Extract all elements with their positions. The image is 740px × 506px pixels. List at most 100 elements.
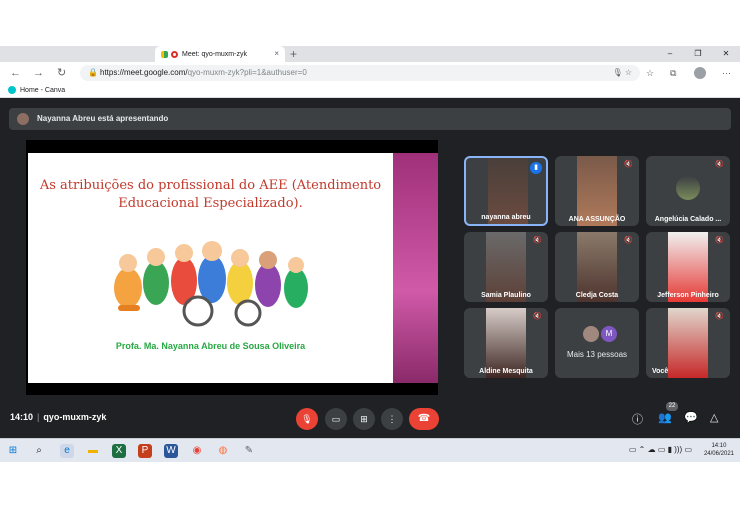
firefox-icon[interactable]: ◍ xyxy=(216,444,230,458)
bookmarks-bar: Home - Canva xyxy=(0,84,740,98)
leave-call-button[interactable]: ☎ xyxy=(409,408,439,430)
people-illustration-icon xyxy=(114,241,308,327)
mic-off-icon: 🔇 xyxy=(624,161,633,168)
more-avatar-letter: M xyxy=(601,326,617,342)
participant-name: Angelúcia Calado ... xyxy=(654,216,722,223)
mic-off-icon: 🔇 xyxy=(715,313,724,320)
maximize-button[interactable]: ❐ xyxy=(684,46,712,62)
participant-tile-0[interactable]: ▮ nayanna abreu xyxy=(464,156,548,226)
chrome-icon[interactable]: ◉ xyxy=(190,444,204,458)
presenter-avatar xyxy=(17,113,29,125)
meeting-time: 14:10 xyxy=(10,412,34,422)
slide-title-line1: As atribuições do profissional do AEE (A… xyxy=(39,178,382,193)
activities-icon[interactable]: △ xyxy=(710,411,718,424)
browser-tab-meet[interactable]: Meet: qyo-muxm-zyk × xyxy=(155,46,285,62)
participant-tile-2[interactable]: 🔇 Angelúcia Calado ... xyxy=(646,156,730,226)
participant-name: Samia Plaulino xyxy=(481,292,531,299)
meet-favicon-icon xyxy=(161,50,168,58)
slide-author: Profa. Ma. Nayanna Abreu de Sousa Olivei… xyxy=(115,341,306,351)
address-bar[interactable]: 🔒 https://meet.google.com/qyo-muxm-zyk?p… xyxy=(80,65,640,81)
mic-off-icon: 🔇 xyxy=(533,237,542,244)
more-options-button[interactable]: ⋮ xyxy=(381,408,403,430)
mic-toggle-button[interactable]: 🎙 xyxy=(296,408,318,430)
mic-off-icon: 🔇 xyxy=(715,237,724,244)
separator: | xyxy=(37,412,40,422)
window-controls: – ❐ ✕ xyxy=(656,46,740,62)
browser-toolbar: ← → ↻ 🔒 https://meet.google.com/qyo-muxm… xyxy=(0,62,740,84)
meeting-code: qyo-muxm-zyk xyxy=(43,412,107,422)
powerpoint-icon[interactable]: P xyxy=(138,444,152,458)
presenting-banner: Nayanna Abreu está apresentando xyxy=(9,108,731,130)
system-tray-icons[interactable]: ▭ ⌃ ☁ ▭ ▮ ))) ▭ xyxy=(629,445,692,454)
reload-button[interactable]: ↻ xyxy=(57,65,66,81)
menu-icon[interactable]: ⋯ xyxy=(722,65,731,81)
url-main: https://meet.google.com/ xyxy=(100,68,188,77)
participant-name: nayanna abreu xyxy=(481,214,531,221)
blank-area-bottom xyxy=(0,462,740,506)
windows-start-icon[interactable]: ⊞ xyxy=(6,444,20,458)
participant-avatar xyxy=(676,176,700,200)
recording-indicator-icon xyxy=(171,50,178,58)
presenting-text: Nayanna Abreu está apresentando xyxy=(37,114,169,123)
present-now-button[interactable]: ⊞ xyxy=(353,408,375,430)
slide: As atribuições do profissional do AEE (A… xyxy=(28,153,393,383)
participant-name: ANA ASSUNÇÃO xyxy=(568,216,626,223)
participant-name: Aldine Mesquita xyxy=(479,368,533,375)
new-tab-button[interactable]: + xyxy=(290,46,297,62)
blank-area-top xyxy=(0,0,740,46)
taskbar-clock[interactable]: 14:10 24/06/2021 xyxy=(704,442,734,458)
slide-side-decoration xyxy=(393,153,438,383)
presentation-view: As atribuições do profissional do AEE (A… xyxy=(26,140,438,395)
search-icon[interactable]: ⌕ xyxy=(32,444,46,458)
more-people-label: Mais 13 pessoas xyxy=(566,350,628,359)
close-window-button[interactable]: ✕ xyxy=(712,46,740,62)
more-people-tile[interactable]: M Mais 13 pessoas xyxy=(555,308,639,378)
mic-off-icon: 🔇 xyxy=(533,313,542,320)
file-explorer-icon[interactable]: ▬ xyxy=(86,444,100,458)
tab-title: Meet: qyo-muxm-zyk xyxy=(182,50,247,58)
participant-name: Jefferson Pinheiro xyxy=(657,292,719,299)
edge-browser-icon[interactable]: e xyxy=(60,444,74,458)
paint-icon[interactable]: ✎ xyxy=(242,444,256,458)
clock-date: 24/06/2021 xyxy=(703,451,734,457)
url-rest: qyo-muxm-zyk?pli=1&authuser=0 xyxy=(187,68,307,77)
participant-name: Cledja Costa xyxy=(575,292,619,299)
meeting-info: 14:10 | qyo-muxm-zyk xyxy=(10,412,106,422)
people-icon[interactable]: 👥 xyxy=(658,411,672,424)
mic-off-icon: 🔇 xyxy=(715,161,724,168)
collections-icon[interactable]: ⧉ xyxy=(670,65,676,81)
clock-time: 14:10 xyxy=(711,443,727,449)
minimize-button[interactable]: – xyxy=(656,46,684,62)
participant-tile-1[interactable]: 🔇 ANA ASSUNÇÃO xyxy=(555,156,639,226)
meet-control-bar: 14:10 | qyo-muxm-zyk 🎙 ▭ ⊞ ⋮ ☎ ⓘ 22 👥 💬 △ xyxy=(0,398,740,438)
meet-window: Nayanna Abreu está apresentando As atrib… xyxy=(0,98,740,438)
participant-tile-3[interactable]: 🔇 Samia Plaulino xyxy=(464,232,548,302)
bookmark-home-canva[interactable]: Home - Canva xyxy=(20,87,65,94)
mic-icon[interactable]: 🎙 ☆ xyxy=(612,65,632,81)
back-button[interactable]: ← xyxy=(10,65,21,81)
participant-name: Você xyxy=(652,368,669,375)
chat-icon[interactable]: 💬 xyxy=(684,411,698,424)
windows-taskbar: ⊞ ⌕ e ▬ X P W ◉ ◍ ✎ ▭ ⌃ ☁ ▭ ▮ ))) ▭ 14:1… xyxy=(0,438,740,462)
speaking-indicator-icon: ▮ xyxy=(530,162,542,174)
meeting-details-icon[interactable]: ⓘ xyxy=(632,411,643,427)
slide-title-line2: Educacional Especializado). xyxy=(118,196,303,211)
people-count-badge: 22 xyxy=(666,402,678,411)
lock-icon: 🔒 xyxy=(88,68,98,77)
slide-title: As atribuições do profissional do AEE (A… xyxy=(28,177,393,213)
participant-tile-self[interactable]: 🔇 Você xyxy=(646,308,730,378)
favorites-icon[interactable]: ☆ xyxy=(646,65,654,81)
word-icon[interactable]: W xyxy=(164,444,178,458)
excel-icon[interactable]: X xyxy=(112,444,126,458)
forward-button[interactable]: → xyxy=(33,65,44,81)
mic-off-icon: 🔇 xyxy=(624,237,633,244)
browser-tabstrip: Meet: qyo-muxm-zyk × + – ❐ ✕ xyxy=(0,46,740,62)
canva-icon xyxy=(8,86,16,95)
participant-tile-4[interactable]: 🔇 Cledja Costa xyxy=(555,232,639,302)
more-avatar-photo xyxy=(583,326,599,342)
profile-avatar[interactable] xyxy=(694,67,706,79)
camera-toggle-button[interactable]: ▭ xyxy=(325,408,347,430)
participant-tile-6[interactable]: 🔇 Aldine Mesquita xyxy=(464,308,548,378)
tab-close-icon[interactable]: × xyxy=(274,49,279,58)
participant-tile-5[interactable]: 🔇 Jefferson Pinheiro xyxy=(646,232,730,302)
